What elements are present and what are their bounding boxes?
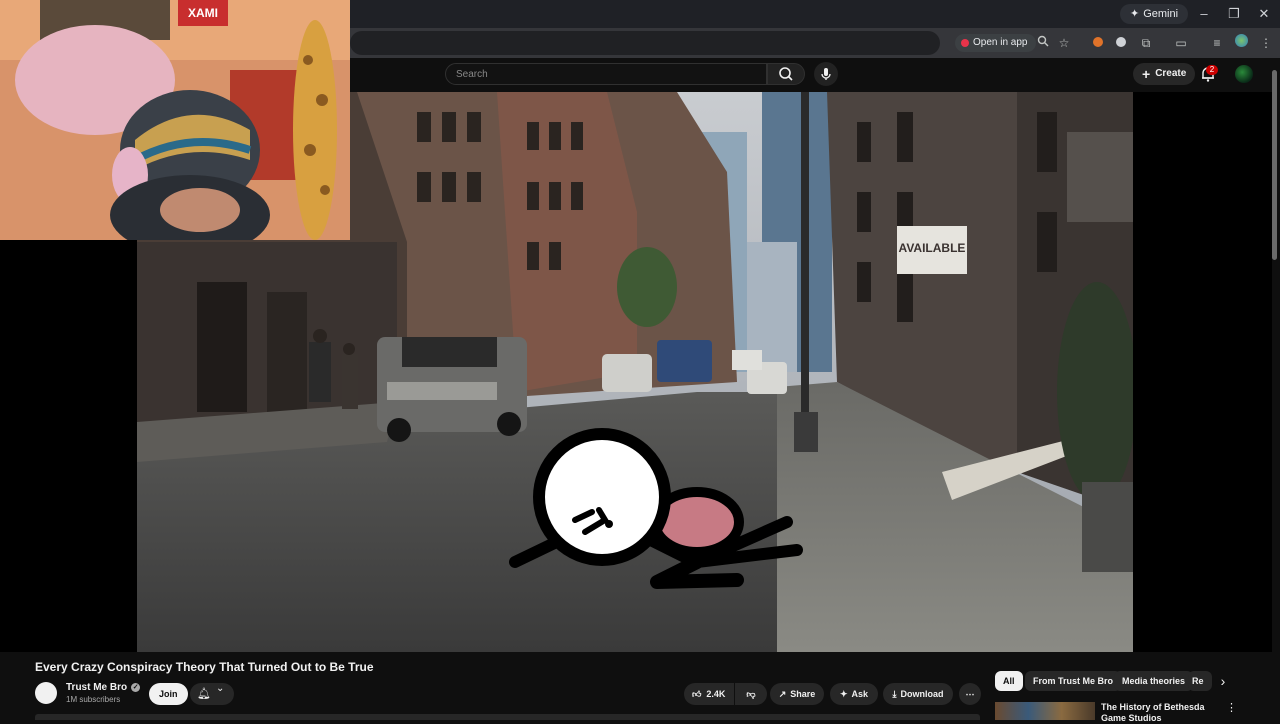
join-button[interactable]: Join [149, 683, 188, 705]
ask-button[interactable]: ✦ Ask [830, 683, 878, 705]
channel-name-link[interactable]: Trust Me Bro ✓ [66, 682, 141, 693]
sparkle-icon: ✦ [839, 689, 848, 699]
download-label: Download [900, 689, 944, 699]
menu-icon[interactable]: ⋮ [1257, 34, 1275, 52]
chip-all[interactable]: All [995, 671, 1023, 691]
video-title: Every Crazy Conspiracy Theory That Turne… [35, 660, 374, 674]
bell-icon: 🔔︎ [197, 688, 211, 700]
zoom-icon[interactable] [1034, 34, 1052, 52]
create-label: Create [1155, 68, 1187, 79]
poster-text: XAMI [188, 6, 218, 20]
search-button[interactable] [767, 63, 805, 85]
subscription-notifications-button[interactable]: 🔔︎ ⌄ [190, 683, 234, 705]
recommendation-thumbnail[interactable] [995, 702, 1095, 720]
dislike-button[interactable]: 👎︎ [735, 683, 767, 705]
create-button[interactable]: + Create [1133, 63, 1196, 85]
channel-name: Trust Me Bro [66, 682, 128, 693]
open-in-app-button[interactable]: Open in app [955, 34, 1036, 52]
download-button[interactable]: ⤓ Download [883, 683, 953, 705]
close-icon[interactable]: ✕ [1253, 4, 1275, 24]
download-icon: ⤓ [892, 689, 897, 699]
recommendation-more-icon[interactable]: ⋮ [1226, 701, 1237, 714]
account-avatar[interactable] [1235, 65, 1253, 83]
reading-list-icon[interactable]: ≡ [1208, 34, 1226, 52]
notification-count-badge: 2 [1206, 65, 1218, 75]
chip-from-channel[interactable]: From Trust Me Bro [1025, 671, 1122, 691]
open-in-app-label: Open in app [973, 37, 1028, 48]
youtube-logo-icon [961, 39, 969, 47]
chevron-down-icon: ⌄ [216, 683, 225, 694]
share-label: Share [790, 689, 816, 699]
gemini-label: Gemini [1143, 8, 1179, 20]
address-bar[interactable] [350, 31, 940, 55]
subscriber-count: 1M subscribers [66, 695, 121, 704]
microphone-icon [821, 68, 831, 80]
channel-avatar[interactable] [35, 682, 57, 704]
share-button[interactable]: ↗ Share [770, 683, 824, 705]
like-count: 2.4K [706, 689, 726, 699]
gemini-button[interactable]: ✦ Gemini [1120, 4, 1189, 24]
minimize-icon[interactable]: – [1193, 4, 1215, 24]
verified-icon: ✓ [131, 683, 141, 692]
thumbs-down-icon: 👎︎ [746, 689, 756, 699]
restore-icon[interactable]: ❐ [1223, 4, 1245, 24]
available-sign-text: AVAILABLE [899, 241, 966, 255]
chip-media-theories[interactable]: Media theories [1114, 671, 1194, 691]
plus-icon: + [1142, 66, 1151, 82]
search-icon [779, 67, 793, 81]
scrollbar[interactable] [1272, 70, 1277, 260]
like-button[interactable]: 👍︎ 2.4K [684, 683, 734, 705]
webcam-overlay: XAMI [0, 0, 350, 240]
more-actions-button[interactable]: ⋯ [959, 683, 981, 705]
chip-truncated[interactable]: Re [1188, 671, 1212, 691]
more-icon: ⋯ [965, 689, 975, 699]
webcam-image: XAMI [0, 0, 350, 240]
search-input[interactable]: Search [445, 63, 767, 85]
puzzle-icon[interactable]: ⧉ [1137, 34, 1155, 52]
profile-icon[interactable] [1232, 34, 1250, 52]
chevron-right-icon[interactable]: › [1214, 672, 1232, 690]
description-box[interactable] [35, 714, 980, 720]
share-icon: ↗ [778, 689, 787, 699]
cast-icon[interactable]: ▭ [1172, 34, 1190, 52]
sparkle-icon: ✦ [1130, 8, 1140, 20]
extension-icon[interactable] [1112, 34, 1130, 52]
recommendation-title[interactable]: The History of Bethesda Game Studios [1101, 702, 1226, 724]
ask-label: Ask [851, 689, 869, 699]
thumbs-up-icon: 👍︎ [692, 689, 702, 699]
extension-icon[interactable] [1089, 34, 1107, 52]
voice-search-button[interactable] [814, 62, 838, 86]
star-icon[interactable]: ☆ [1055, 34, 1073, 52]
